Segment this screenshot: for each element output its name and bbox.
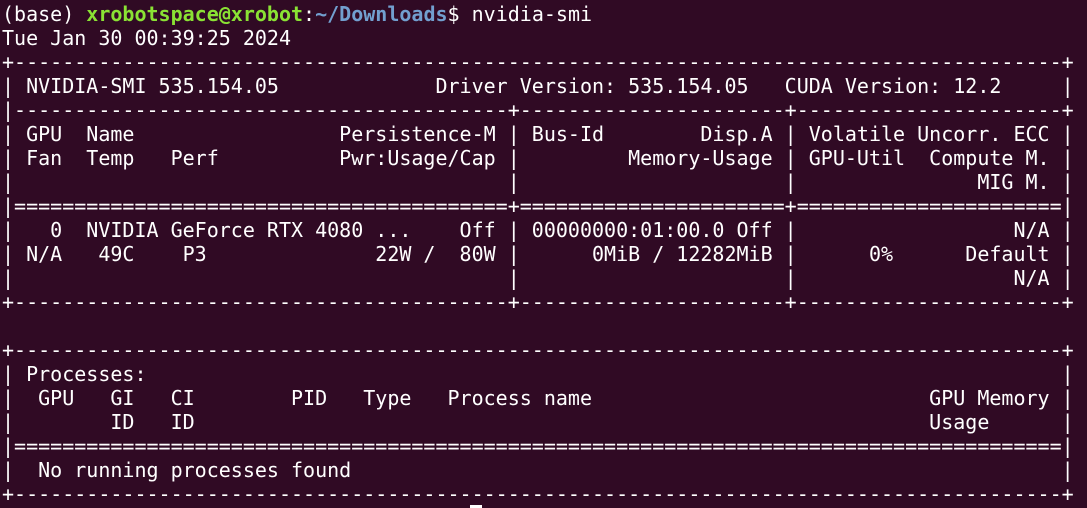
gpu-header-row-2: | Fan Temp Perf Pwr:Usage/Cap | Memory-U… [2,146,1074,170]
conda-env: (base) [2,2,87,26]
smi-version-line: | NVIDIA-SMI 535.154.05 Driver Version: … [2,74,1074,98]
timestamp-line: Tue Jan 30 00:39:25 2024 [2,26,291,50]
table-separator: |---------------------------------------… [2,98,1074,122]
processes-border-top: +---------------------------------------… [2,338,1074,362]
command-text: nvidia-smi [471,2,593,26]
terminal-window[interactable]: (base) xrobotspace@xrobot:~/Downloads$ n… [0,0,1087,508]
table-border-top: +---------------------------------------… [2,50,1074,74]
processes-header-row-2: | ID ID Usage | [2,410,1074,434]
prompt-colon: : [303,2,316,26]
current-directory: ~/Downloads [315,2,448,26]
user-host: xrobotspace@xrobot [86,2,304,26]
table-header-divider: |=======================================… [2,194,1074,218]
prompt-line: (base) xrobotspace@xrobot:~/Downloads$ n… [2,2,1087,26]
gpu-row-2: | N/A 49C P3 22W / 80W | 0MiB / 12282MiB… [2,242,1074,266]
processes-header-row-1: | GPU GI CI PID Type Process name GPU Me… [2,386,1074,410]
gpu-row-3: | | | N/A | [2,266,1074,290]
processes-header-divider: |=======================================… [2,434,1074,458]
processes-border-bottom: +---------------------------------------… [2,482,1074,506]
gpu-header-row-1: | GPU Name Persistence-M | Bus-Id Disp.A… [2,122,1074,146]
table-border-bottom: +---------------------------------------… [2,290,1074,314]
processes-title: | Processes: | [2,362,1074,386]
no-processes-message: | No running processes found | [2,458,1074,482]
gpu-header-row-3: | | | MIG M. | [2,170,1074,194]
gpu-row-1: | 0 NVIDIA GeForce RTX 4080 ... Off | 00… [2,218,1074,242]
prompt-symbol: $ [447,2,472,26]
